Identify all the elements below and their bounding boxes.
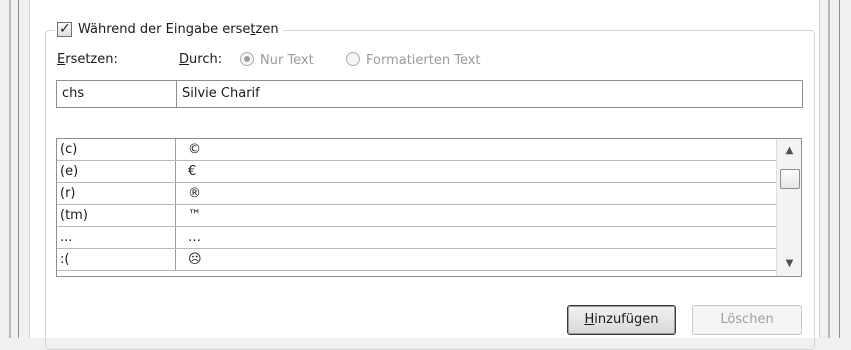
list-replace-cell: :( [57,249,176,270]
replace-label: Ersetzen: [57,52,118,67]
with-label: Durch: [179,52,223,67]
list-replace-cell: ... [57,227,176,248]
list-with-cell: ™ [188,208,201,223]
add-button[interactable]: Hinzufügen [567,305,676,335]
list-item[interactable]: (tm) ™ [57,205,776,227]
list-with-cell: ☹ [188,252,202,267]
replace-while-typing-header[interactable]: ✓ Während der Eingabe ersetzen [55,19,283,39]
list-item[interactable]: (c) © [57,139,776,161]
checkmark-icon: ✓ [59,20,71,37]
list-replace-cell: (c) [57,139,176,160]
list-with-cell: © [188,142,201,157]
list-item[interactable]: ... … [57,227,776,249]
window-frame-right-outer [839,0,840,338]
with-input[interactable]: Silvie Charif [176,80,803,108]
list-replace-cell: (tm) [57,205,176,226]
list-replace-cell: (e) [57,161,176,182]
list-item[interactable]: (r) ® [57,183,776,205]
scroll-down-arrow-icon[interactable]: ▼ [777,254,801,274]
plain-text-radio[interactable] [240,52,254,66]
scroll-up-arrow-icon[interactable]: ▲ [777,141,801,161]
autocorrect-list[interactable]: (c) © (e) € (r) ® (tm) ™ ... … :( ☹ ▲ ▼ [56,138,802,277]
delete-button[interactable]: Löschen [692,305,802,335]
window-frame-left-inner [18,0,19,338]
list-replace-cell: (r) [57,183,176,204]
list-with-cell: … [188,230,201,245]
window-frame-right-inner [828,0,830,338]
list-item[interactable]: (e) € [57,161,776,183]
list-item[interactable]: :( ☹ [57,249,776,271]
list-with-cell: € [188,164,197,179]
list-with-cell: ® [188,186,201,201]
replace-while-typing-label: Während der Eingabe ersetzen [78,21,279,37]
replace-input[interactable]: chs [56,80,177,108]
formatted-text-option[interactable]: Formatierten Text [346,52,481,68]
replace-while-typing-checkbox[interactable]: ✓ [57,20,72,37]
window-frame-left-outer [9,0,11,338]
plain-text-option[interactable]: Nur Text [240,52,314,68]
formatted-text-radio[interactable] [346,52,360,66]
plain-text-label: Nur Text [260,53,314,68]
list-scrollbar[interactable]: ▲ ▼ [776,139,801,276]
formatted-text-label: Formatierten Text [366,53,481,68]
scrollbar-thumb[interactable] [780,169,800,189]
